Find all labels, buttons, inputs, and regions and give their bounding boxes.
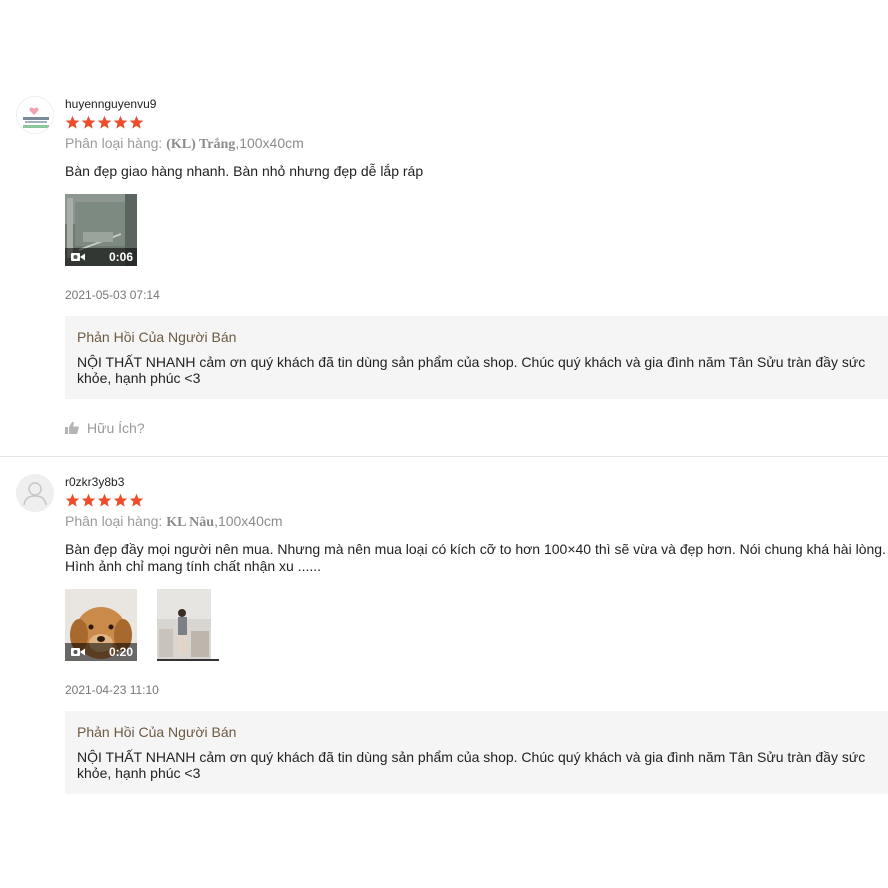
variant-value: (KL) Trắng [166, 137, 236, 152]
seller-reply: Phản Hồi Của Người Bán NỘI THẤT NHANH cả… [65, 316, 888, 399]
video-thumbnail[interactable]: 0:20 [65, 589, 137, 661]
variant-value: KL Nâu [166, 515, 215, 530]
product-variant: Phân loại hàng: KL Nâu,100x40cm [65, 512, 888, 530]
image-thumbnail[interactable] [147, 589, 219, 661]
variant-label: Phân loại hàng: [65, 135, 167, 151]
user-avatar[interactable] [16, 96, 54, 134]
star-icon [113, 115, 128, 129]
review-media: 0:20 [65, 589, 888, 661]
star-icon [97, 493, 112, 507]
username[interactable]: huyennguyenvu9 [65, 96, 888, 112]
review-media: 0:06 [65, 194, 888, 266]
thumbs-up-icon [65, 421, 79, 434]
star-icon [113, 493, 128, 507]
review-comment: Bàn đẹp đầy mọi người nên mua. Nhưng mà … [65, 541, 886, 574]
star-icon [65, 115, 80, 129]
seller-reply-text: NỘI THẤT NHANH cảm ơn quý khách đã tin d… [77, 354, 866, 386]
star-rating [65, 493, 888, 509]
star-icon [81, 115, 96, 129]
user-avatar[interactable] [16, 474, 54, 512]
review-photo [147, 589, 219, 661]
seller-reply-text: NỘI THẤT NHANH cảm ơn quý khách đã tin d… [77, 749, 866, 781]
video-duration: 0:06 [108, 250, 133, 264]
variant-size: ,100x40cm [235, 135, 304, 151]
seller-reply: Phản Hồi Của Người Bán NỘI THẤT NHANH cả… [65, 711, 888, 794]
username[interactable]: r0zkr3y8b3 [65, 474, 888, 490]
star-icon [65, 493, 80, 507]
helpful-label: Hữu Ích? [87, 420, 145, 436]
video-camera-icon [71, 253, 85, 261]
review-divider [0, 456, 888, 457]
review-date: 2021-05-03 07:14 [65, 288, 160, 302]
star-icon [129, 115, 144, 129]
video-thumbnail[interactable]: 0:06 [65, 194, 137, 266]
seller-reply-title: Phản Hồi Của Người Bán [77, 724, 237, 740]
star-rating [65, 115, 888, 131]
variant-label: Phân loại hàng: [65, 513, 167, 529]
star-icon [81, 493, 96, 507]
video-duration: 0:20 [108, 645, 133, 659]
product-variant: Phân loại hàng: (KL) Trắng,100x40cm [65, 134, 888, 152]
avatar-image [17, 97, 53, 133]
review-date: 2021-04-23 11:10 [65, 683, 159, 697]
star-icon [129, 493, 144, 507]
variant-size: ,100x40cm [214, 513, 283, 529]
seller-reply-title: Phản Hồi Của Người Bán [77, 329, 237, 345]
star-icon [97, 115, 112, 129]
helpful-button[interactable]: Hữu Ích? [65, 420, 888, 436]
review-comment: Bàn đẹp giao hàng nhanh. Bàn nhỏ nhưng đ… [65, 163, 424, 179]
user-silhouette-icon [16, 474, 54, 512]
video-camera-icon [71, 648, 85, 656]
